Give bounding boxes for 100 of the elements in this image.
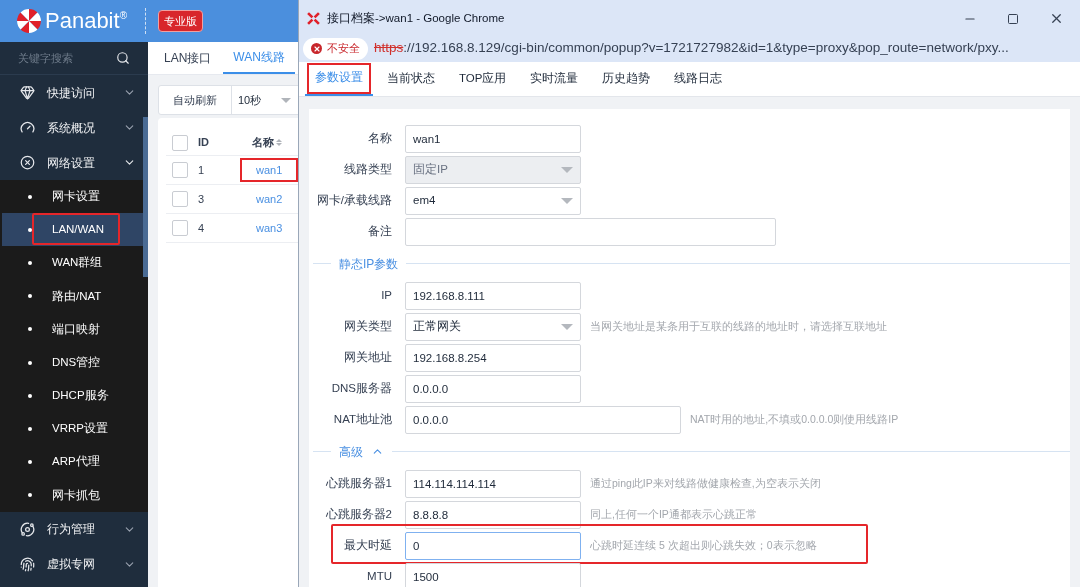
settings-tab[interactable]: TOP应用 — [449, 61, 517, 96]
field-hint: 通过ping此IP来对线路做健康检查,为空表示关闭 — [590, 475, 821, 491]
checkbox[interactable] — [172, 162, 188, 178]
menu-icon — [20, 85, 35, 100]
field-label: NAT地址池 — [332, 411, 393, 427]
field-hint: 当网关地址是某条用于互联的线路的地址时，请选择互联地址 — [590, 318, 887, 334]
bullet-icon — [28, 294, 32, 299]
bullet-icon — [28, 327, 32, 332]
dropdown-arrow-icon — [281, 97, 292, 103]
page-tab[interactable]: LAN接口 — [154, 41, 222, 74]
menu-icon — [20, 120, 35, 135]
search-field[interactable]: 关键字搜索 — [18, 49, 108, 67]
section-title[interactable]: 高级 — [339, 442, 363, 461]
menu-label: 快捷访问 — [47, 84, 96, 102]
field-label: 线路类型 — [343, 161, 393, 177]
submenu-label: DHCP服务 — [52, 388, 109, 404]
dropdown-arrow-icon — [561, 197, 573, 204]
maximize-icon[interactable] — [1007, 12, 1019, 25]
submenu-item[interactable]: VRRP设置 — [2, 412, 146, 446]
menu-icon — [20, 521, 35, 537]
field-label: DNS服务器 — [330, 380, 393, 396]
checkbox[interactable] — [172, 191, 188, 207]
search-icon[interactable] — [116, 51, 130, 65]
bullet-icon — [28, 227, 32, 232]
checkbox[interactable] — [172, 134, 188, 151]
submenu-item[interactable]: 路由/NAT — [2, 279, 146, 313]
input-field[interactable]: 0.0.0.0 — [405, 405, 681, 434]
registered-mark: ® — [119, 9, 127, 21]
field-label: 名称 — [367, 130, 393, 146]
submenu-item[interactable]: DNS管控 — [2, 345, 146, 380]
menu-icon — [20, 155, 35, 170]
field-label: MTU — [366, 568, 393, 584]
bullet-icon — [28, 194, 32, 199]
submenu-label: VRRP设置 — [52, 421, 108, 437]
auto-refresh-label: 自动刷新 — [159, 86, 232, 114]
input-field[interactable]: 8.8.8.8 — [405, 500, 581, 529]
menu-label: 虚拟专网 — [47, 556, 96, 574]
column-header[interactable]: 名称 — [252, 134, 274, 151]
input-field[interactable]: 192.168.8.254 — [405, 343, 581, 372]
submenu-label: LAN/WAN — [52, 222, 104, 238]
app-icon — [307, 12, 320, 25]
sort-icon[interactable] — [276, 139, 282, 146]
security-label: 不安全 — [327, 41, 360, 57]
settings-tab[interactable]: 参数设置 — [305, 61, 373, 96]
dropdown-arrow-icon — [561, 323, 573, 330]
wan-link[interactable]: wan2 — [242, 188, 297, 210]
scrollbar[interactable] — [143, 117, 148, 277]
menu-label: 网络设置 — [47, 154, 96, 172]
submenu-item[interactable]: DHCP服务 — [2, 379, 146, 413]
section-title: 静态IP参数 — [339, 255, 399, 273]
submenu-item[interactable]: 网卡设置 — [2, 180, 146, 214]
interval-select[interactable]: 10秒 — [232, 91, 298, 109]
close-icon[interactable] — [1049, 11, 1064, 26]
security-chip[interactable]: 不安全 — [303, 37, 368, 60]
field-label: 网关地址 — [343, 349, 393, 365]
submenu-item[interactable]: ARP代理 — [2, 445, 146, 479]
bullet-icon — [28, 426, 32, 431]
url-text[interactable]: https://192.168.8.129/cgi-bin/common/popup?v=1721727982&id=1&type=proxy&pop_route=network/pxy... — [374, 38, 1009, 59]
submenu-item[interactable]: 端口映射 — [2, 312, 146, 346]
settings-tab[interactable]: 实时流量 — [520, 61, 589, 96]
dropdown-arrow-icon — [561, 166, 573, 173]
field-hint: 心跳时延连续 5 次超出则心跳失效；0表示忽略 — [590, 537, 817, 553]
column-header: ID — [198, 135, 210, 151]
submenu-item[interactable]: WAN群组 — [2, 246, 146, 280]
input-field[interactable]: 114.114.114.114 — [405, 469, 581, 498]
field-label: 心跳服务器1 — [324, 475, 393, 491]
menu-label: 行为管理 — [47, 521, 96, 539]
bullet-icon — [28, 493, 32, 498]
window-title: 接口档案->wan1 - Google Chrome — [327, 10, 506, 26]
select-field[interactable]: em4 — [405, 186, 581, 215]
input-field[interactable]: 192.168.8.111 — [405, 281, 581, 310]
input-field[interactable] — [405, 217, 776, 246]
bullet-icon — [28, 460, 32, 465]
checkbox[interactable] — [172, 220, 188, 236]
menu-label: 系统概况 — [47, 119, 96, 137]
submenu-label: 端口映射 — [52, 321, 100, 337]
settings-tab[interactable]: 当前状态 — [377, 61, 445, 96]
menu-icon — [20, 556, 35, 572]
field-label: IP — [380, 287, 393, 303]
submenu-label: DNS管控 — [52, 354, 101, 370]
input-field[interactable]: 0.0.0.0 — [405, 374, 581, 403]
field-label: 心跳服务器2 — [324, 506, 393, 522]
bullet-icon — [28, 393, 32, 398]
field-label: 最大时延 — [343, 537, 393, 553]
settings-tab[interactable]: 历史趋势 — [592, 61, 661, 96]
submenu-item[interactable]: 网卡抓包 — [2, 478, 146, 512]
field-label: 网关类型 — [343, 318, 393, 334]
settings-tab[interactable]: 线路日志 — [664, 61, 733, 96]
table-cell-text: 4 — [198, 220, 206, 236]
input-field[interactable]: 0 — [405, 531, 581, 560]
submenu-item[interactable]: LAN/WAN — [2, 213, 146, 247]
warning-icon — [311, 43, 322, 54]
field-label: 备注 — [367, 223, 393, 239]
page-tab[interactable]: WAN线路 — [223, 41, 295, 74]
bullet-icon — [28, 360, 32, 365]
submenu-label: ARP代理 — [52, 454, 100, 470]
input-field[interactable]: 1500 — [405, 562, 581, 587]
select-field[interactable]: 正常网关 — [405, 312, 581, 341]
input-field[interactable]: wan1 — [405, 124, 581, 153]
submenu-label: 网卡设置 — [52, 188, 100, 204]
